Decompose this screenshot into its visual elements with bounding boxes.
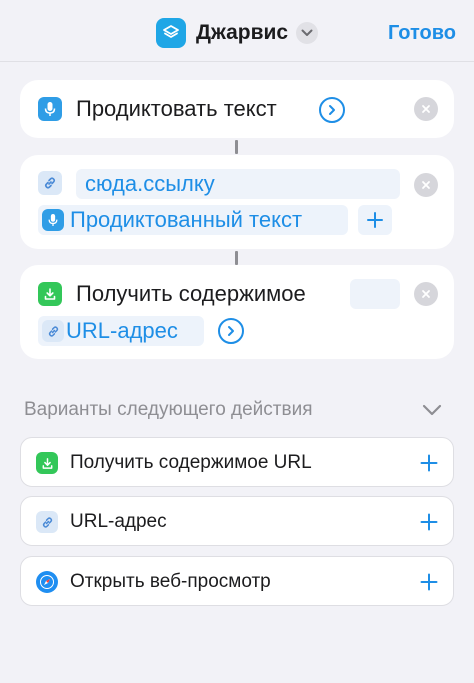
plus-icon[interactable] bbox=[417, 451, 441, 475]
link-icon bbox=[38, 171, 62, 195]
suggestion-item-get-url-contents[interactable]: Получить содержимое URL bbox=[20, 437, 454, 487]
show-more-button[interactable] bbox=[218, 318, 244, 344]
action-card-dictate[interactable]: Продиктовать текст bbox=[20, 80, 454, 138]
suggestions-title: Варианты следующего действия bbox=[24, 399, 313, 420]
suggestion-item-url[interactable]: URL-адрес bbox=[20, 496, 454, 546]
flow-connector bbox=[235, 140, 238, 154]
show-more-button[interactable] bbox=[319, 97, 345, 123]
flow-connector bbox=[235, 251, 238, 265]
done-button[interactable]: Готово bbox=[388, 19, 456, 47]
variable-token-label: URL-адрес bbox=[66, 318, 178, 343]
compass-icon bbox=[36, 571, 58, 593]
download-icon bbox=[38, 282, 62, 306]
action-title: Получить содержимое bbox=[76, 281, 306, 306]
download-icon bbox=[36, 452, 58, 474]
variable-token-url[interactable]: URL-адрес bbox=[38, 316, 204, 346]
url-input[interactable]: сюда.ссылку bbox=[76, 169, 400, 199]
chevron-down-icon[interactable] bbox=[296, 22, 318, 44]
add-variable-button[interactable] bbox=[358, 205, 392, 235]
nav-header: Джарвис Готово bbox=[0, 0, 474, 62]
remove-action-button[interactable] bbox=[414, 173, 438, 197]
suggestion-label: Получить содержимое URL bbox=[70, 452, 312, 473]
method-field[interactable] bbox=[350, 279, 400, 309]
action-title: Продиктовать текст bbox=[76, 96, 277, 121]
variable-token-dictated-text[interactable]: Продиктованный текст bbox=[38, 205, 348, 235]
link-icon bbox=[42, 320, 64, 342]
remove-action-button[interactable] bbox=[414, 97, 438, 121]
microphone-icon bbox=[42, 209, 64, 231]
action-card-get-contents[interactable]: Получить содержимое URL-адрес bbox=[20, 265, 454, 359]
link-icon bbox=[36, 511, 58, 533]
action-card-url[interactable]: сюда.ссылку Продиктованный текст bbox=[20, 155, 454, 249]
suggestion-label: URL-адрес bbox=[70, 511, 167, 532]
remove-action-button[interactable] bbox=[414, 282, 438, 306]
shortcut-title[interactable]: Джарвис bbox=[196, 19, 288, 47]
microphone-icon bbox=[38, 97, 62, 121]
suggestion-item-open-web-view[interactable]: Открыть веб-просмотр bbox=[20, 556, 454, 606]
plus-icon[interactable] bbox=[417, 510, 441, 534]
shortcuts-layers-icon bbox=[156, 18, 186, 48]
plus-icon[interactable] bbox=[417, 570, 441, 594]
suggestion-label: Открыть веб-просмотр bbox=[70, 571, 271, 592]
chevron-down-icon[interactable] bbox=[421, 401, 443, 419]
variable-token-label: Продиктованный текст bbox=[70, 207, 303, 232]
